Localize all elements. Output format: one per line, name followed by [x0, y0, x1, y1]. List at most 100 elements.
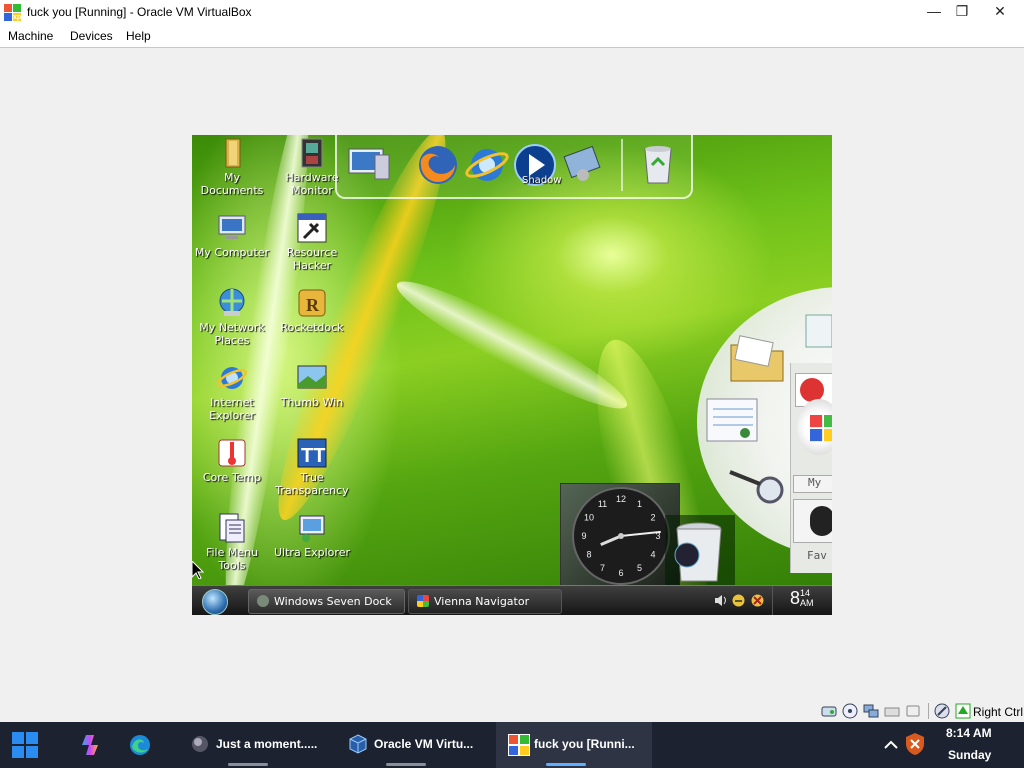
- recycle-bin-gadget[interactable]: [665, 505, 735, 587]
- taskbar-indicator: [386, 763, 426, 766]
- network-adapter-icon[interactable]: [863, 703, 879, 719]
- taskbar-app-vm-window[interactable]: fuck you [Runni...: [496, 722, 652, 768]
- navigator-fav-label[interactable]: Fav: [793, 549, 832, 567]
- hard-disk-icon[interactable]: [821, 703, 837, 719]
- desktop-icon-file-menu-tools[interactable]: File Menu Tools: [192, 512, 272, 572]
- guest-start-button[interactable]: [202, 589, 228, 615]
- system-clock-time[interactable]: 8:14 AM: [946, 726, 992, 740]
- navigator-item[interactable]: [793, 499, 832, 543]
- optical-drive-icon[interactable]: [842, 703, 858, 719]
- dock-recycle-bin-icon[interactable]: [635, 141, 681, 187]
- clock-number: 9: [581, 531, 586, 541]
- dock-settings-icon[interactable]: [559, 141, 605, 187]
- tool-icon: [297, 213, 327, 243]
- dock-computer-icon[interactable]: [345, 141, 391, 187]
- dock-ie-icon[interactable]: [464, 141, 510, 187]
- desktop-icon-core-temp[interactable]: Core Temp: [192, 437, 272, 484]
- guest-task-windows-seven-dock[interactable]: Windows Seven Dock: [248, 589, 405, 614]
- windows-orb-icon[interactable]: [797, 399, 832, 455]
- clock-number: 4: [651, 550, 656, 560]
- navigator-calendar-icon[interactable]: [705, 397, 761, 445]
- guest-task-vienna-navigator[interactable]: Vienna Navigator: [408, 589, 562, 614]
- clock-number: 1: [637, 499, 642, 509]
- host-taskbar: Just a moment..... Oracle VM Virtu... fu…: [0, 722, 1024, 768]
- dock-app-icon: [257, 595, 269, 607]
- host-key-label: Right Ctrl: [973, 705, 1024, 719]
- navigator-window-icon[interactable]: [804, 313, 832, 349]
- desktop-icon-true-transparency[interactable]: TT True Transparency: [272, 437, 352, 497]
- svg-text:TT: TT: [301, 445, 325, 467]
- vm-display[interactable]: My Documents My Computer My Network Plac…: [192, 135, 832, 615]
- usb-icon[interactable]: [884, 703, 900, 719]
- volume-icon[interactable]: [714, 594, 727, 607]
- close-button[interactable]: ✕: [982, 0, 1018, 24]
- tray-app-icon[interactable]: [732, 594, 745, 607]
- svg-text:xp: xp: [13, 14, 21, 21]
- window-title: fuck you [Running] - Oracle VM VirtualBo…: [27, 5, 252, 19]
- desktop-icon-thumb-win[interactable]: Thumb Win: [272, 362, 352, 409]
- menu-bar: Machine Devices Help: [0, 26, 1024, 48]
- menu-machine[interactable]: Machine: [8, 29, 53, 43]
- guest-clock[interactable]: 814AM: [790, 588, 824, 609]
- navigator-my-label[interactable]: My: [793, 475, 832, 493]
- shared-folder-icon[interactable]: [905, 703, 921, 719]
- clock-face: 12 1234567891011: [572, 487, 670, 585]
- status-divider: [928, 703, 929, 719]
- tt-icon: TT: [297, 438, 327, 468]
- desktop-icon-resource-hacker[interactable]: Resource Hacker: [272, 212, 352, 272]
- menu-devices[interactable]: Devices: [70, 29, 113, 43]
- windows-start-icon[interactable]: [12, 732, 38, 758]
- folder-icon: [225, 138, 241, 168]
- desktop-icon-internet-explorer[interactable]: Internet Explorer: [192, 362, 272, 422]
- edge-icon[interactable]: [128, 733, 152, 757]
- system-clock-day[interactable]: Sunday: [948, 748, 991, 762]
- desktop-icon-ultra-explorer[interactable]: Ultra Explorer: [272, 512, 352, 559]
- clock-number: 7: [600, 563, 605, 573]
- keyboard-capture-icon[interactable]: [955, 703, 971, 719]
- rocket-dock: Shadow: [335, 135, 693, 199]
- security-shield-icon[interactable]: [904, 732, 926, 756]
- window-titlebar: xp fuck you [Running] - Oracle VM Virtua…: [0, 0, 1024, 26]
- thermometer-icon: [218, 439, 246, 467]
- tray-warning-icon[interactable]: [751, 594, 764, 607]
- desktop-icon-my-network-places[interactable]: My Network Places: [192, 287, 272, 347]
- rocketdock-icon: R: [298, 289, 326, 317]
- windows-flag-icon: [417, 595, 429, 607]
- ie-icon: [216, 367, 248, 389]
- navigator-folder-icon[interactable]: [727, 335, 787, 385]
- document-icon: [219, 513, 245, 543]
- taskbar-indicator-active: [546, 763, 586, 766]
- capture-icon[interactable]: [934, 703, 950, 719]
- desktop-icon-my-computer[interactable]: My Computer: [192, 212, 272, 259]
- chip-icon: [301, 138, 323, 168]
- dock-firefox-icon[interactable]: [415, 141, 461, 187]
- clock-number: 10: [584, 513, 594, 523]
- navigator-search-icon[interactable]: [726, 468, 792, 508]
- vm-window-icon: [508, 734, 530, 756]
- tray-divider: [772, 586, 773, 615]
- clock-gadget[interactable]: 12 1 2 3 4 5 6 7 8 9 10 11: [560, 483, 680, 589]
- network-icon: [219, 288, 245, 316]
- clock-number: 12: [616, 494, 626, 504]
- desktop-icon-rocketdock[interactable]: R Rocketdock: [272, 287, 352, 334]
- svg-text:R: R: [306, 295, 320, 315]
- app-icon: [192, 736, 208, 752]
- copilot-icon[interactable]: [80, 733, 104, 757]
- dock-separator: [621, 139, 623, 191]
- taskbar-app-virtualbox[interactable]: Oracle VM Virtu...: [336, 722, 484, 768]
- chevron-up-icon[interactable]: [882, 736, 900, 754]
- menu-help[interactable]: Help: [126, 29, 151, 43]
- navigator-strip: My Fav: [790, 363, 832, 573]
- taskbar-indicator: [228, 763, 268, 766]
- clock-number: 6: [618, 568, 623, 578]
- clock-number: 8: [586, 550, 591, 560]
- restore-button[interactable]: ❐: [944, 0, 980, 24]
- clock-number: 5: [637, 563, 642, 573]
- taskbar-app-just-a-moment[interactable]: Just a moment.....: [178, 722, 326, 768]
- guest-taskbar: Windows Seven Dock Vienna Navigator 814A…: [192, 585, 832, 615]
- clock-number: 2: [651, 513, 656, 523]
- desktop-icon-my-documents[interactable]: My Documents: [192, 137, 272, 197]
- explorer-icon: [299, 515, 325, 542]
- dock-shadow-label: Shadow: [522, 175, 562, 186]
- computer-icon: [218, 215, 246, 239]
